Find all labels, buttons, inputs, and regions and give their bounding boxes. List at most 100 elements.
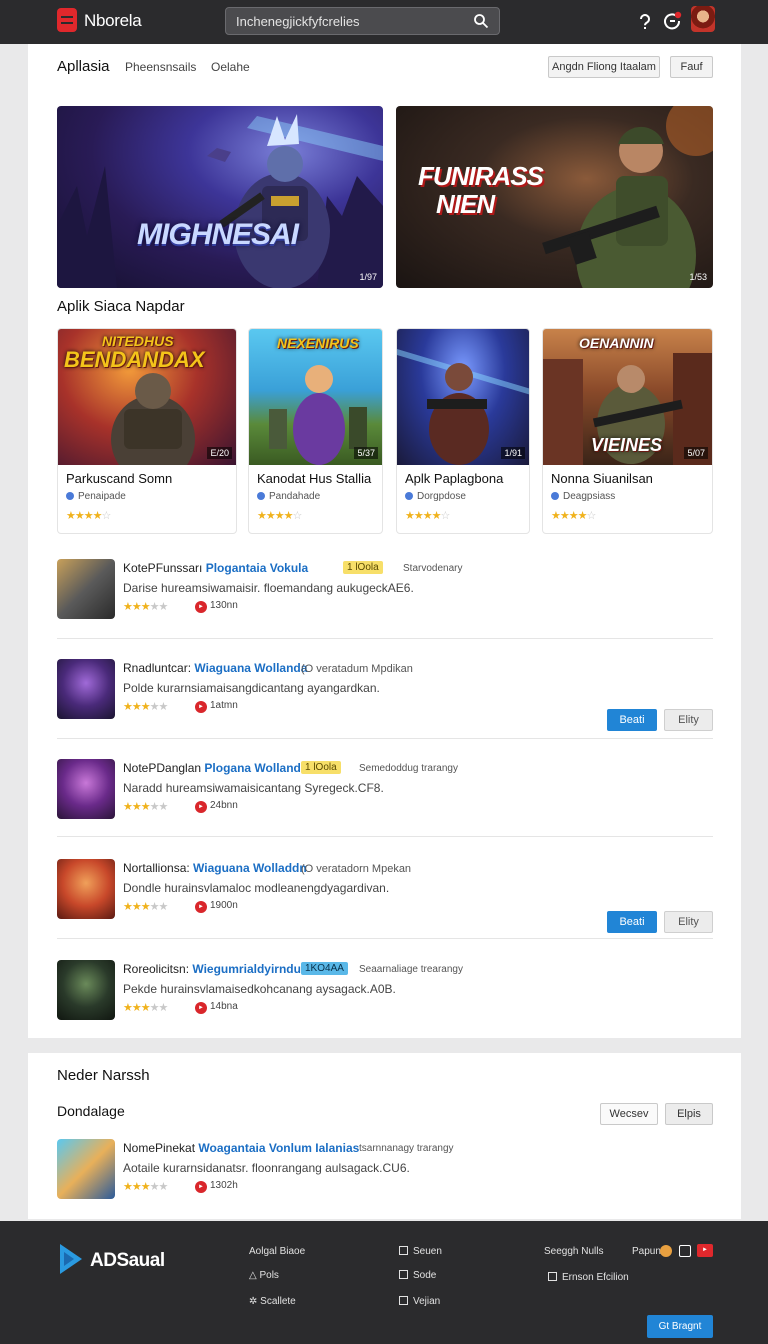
tab-pheensnsails[interactable]: Pheensnsails — [125, 60, 196, 74]
game-card[interactable]: NEXENIRUS 5/37 Kanodat Hus Stallia Panda… — [248, 328, 383, 534]
list-item[interactable]: Nortallionsa: Wiaguana Wolladdn (O verat… — [57, 859, 713, 959]
beat-button[interactable]: Beati — [607, 709, 657, 731]
card-title: Nonna Siuanilsan — [551, 471, 653, 486]
rating-stars: ★★★★★ — [123, 801, 168, 813]
row-meta: Starvodenary — [403, 563, 463, 574]
app-thumbnail — [57, 859, 115, 919]
game-card[interactable]: 1/91 Aplk Paplagbona Dorgpdose ★★★★☆ — [396, 328, 530, 534]
search-input[interactable]: Inchenegjickfyfcrelies — [225, 7, 500, 35]
app-thumbnail — [57, 759, 115, 819]
tab-apllasia[interactable]: Apllasia — [57, 58, 110, 75]
share-icon[interactable] — [679, 1245, 691, 1257]
hero-title: FUNIRASS NIEN — [418, 161, 544, 219]
row-title: KotePFunssarı Plogantaia Vokula — [123, 561, 309, 575]
list-item[interactable]: Roreolicitsn: Wiegumrialdyirndun 1KO4AA … — [57, 960, 713, 1060]
download-count: 1302h — [195, 1180, 238, 1193]
get-started-button[interactable]: Gt Bragnt — [647, 1315, 713, 1338]
card-badge: 5/37 — [354, 447, 378, 459]
footer-link[interactable]: Seeggh Nulls — [544, 1246, 603, 1257]
game-card[interactable]: NITEDHUS BENDANDAX E/20 Parkuscand Somn … — [57, 328, 237, 534]
help-icon[interactable] — [634, 10, 656, 32]
footer-link[interactable]: ✲ Scallete — [249, 1296, 296, 1307]
row-title: NotePDanglan Plogana Wollanda — [123, 761, 308, 775]
row-tag: 1 lOola — [301, 761, 341, 774]
game-card[interactable]: OENANNIN VIEINES 5/07 Nonna Siuanilsan D… — [542, 328, 713, 534]
row-description: Polde kurarnsiamaisangdicantang ayangard… — [123, 681, 380, 695]
video-icon[interactable]: ► — [697, 1244, 713, 1257]
row-description: Pekde hurainsvlamaisedkohcanang aysagack… — [123, 982, 396, 996]
row-tag: 1 lOola — [343, 561, 383, 574]
app-thumbnail — [57, 960, 115, 1020]
beat-button[interactable]: Beati — [607, 911, 657, 933]
hero-banner[interactable]: MIGHNESAI 1/97 — [57, 106, 383, 288]
footer-link[interactable]: Sode — [399, 1270, 436, 1281]
cookie-icon[interactable] — [660, 1245, 672, 1257]
row-description: Aotaile kurarnsidanatsr. floonrangang au… — [123, 1161, 410, 1175]
footer-link[interactable]: Ernson Efcilion — [548, 1272, 629, 1283]
rating-stars: ★★★★☆ — [66, 510, 111, 522]
card-badge: 1/91 — [501, 447, 525, 459]
card-title: Aplk Paplagbona — [405, 471, 504, 486]
app-brand[interactable]: Nborela — [84, 11, 142, 31]
list-item[interactable]: KotePFunssarı Plogantaia Vokula 1 lOola … — [57, 559, 713, 659]
row-meta: Seaarnaliage trearangy — [359, 964, 463, 975]
row-description: Darise hureamsiwamaisir. floemandang auk… — [123, 581, 414, 595]
row-meta: (O veratadorn Mpekan — [301, 863, 412, 875]
rating-stars: ★★★★★ — [123, 701, 168, 713]
row-title: Nortallionsa: Wiaguana Wolladdn — [123, 861, 307, 875]
secondary-action-button[interactable]: Fauf — [670, 56, 713, 78]
footer-link[interactable]: Papun — [632, 1246, 661, 1257]
app-logo-icon[interactable] — [57, 8, 77, 32]
rating-stars: ★★★★☆ — [405, 510, 450, 522]
notification-icon[interactable] — [661, 10, 683, 32]
card-developer: Deagpsiass — [551, 491, 615, 502]
footer-logo-icon[interactable] — [60, 1244, 82, 1274]
card-artwork: OENANNIN VIEINES — [543, 329, 712, 465]
hero-title: MIGHNESAI — [137, 218, 299, 251]
row-title: Roreolicitsn: Wiegumrialdyirndun — [123, 962, 309, 976]
list-item[interactable]: NotePDanglan Plogana Wollanda 1 lOola Se… — [57, 759, 713, 859]
card-title: Parkuscand Somn — [66, 471, 173, 486]
row-meta: tsarnnanagy trarangy — [359, 1143, 454, 1154]
list-item[interactable]: Rnadluntcar: Wiaguana Wollanda (O verata… — [57, 659, 713, 759]
footer-link[interactable]: Aolgal Biaoe — [249, 1246, 305, 1257]
list-item[interactable]: NomePinekat Woagantaia Vonlum Ialanias t… — [57, 1139, 713, 1209]
row-title: NomePinekat Woagantaia Vonlum Ialanias — [123, 1141, 360, 1155]
download-count: 1900n — [195, 900, 238, 913]
search-icon[interactable] — [473, 13, 489, 29]
card-developer: Penaipade — [66, 491, 126, 502]
tab-oelahe[interactable]: Oelahe — [211, 60, 250, 74]
rating-stars: ★★★★☆ — [257, 510, 302, 522]
wecsev-button[interactable]: Wecsev — [600, 1103, 658, 1125]
footer-link[interactable]: Seuen — [399, 1246, 442, 1257]
elpis-button[interactable]: Elpis — [665, 1103, 713, 1125]
hero-banner[interactable]: FUNIRASS NIEN 1/53 — [396, 106, 713, 288]
card-developer: Dorgpdose — [405, 491, 466, 502]
primary-action-button[interactable]: Angdn Fliong Itaalam — [548, 56, 660, 78]
row-title: Rnadluntcar: Wiaguana Wollanda — [123, 661, 308, 675]
card-artwork — [397, 329, 529, 465]
app-thumbnail — [57, 559, 115, 619]
avatar[interactable] — [691, 6, 715, 32]
divider — [57, 938, 713, 939]
download-count: 24bnn — [195, 800, 238, 813]
entity-button[interactable]: Elity — [664, 911, 713, 933]
hero-artwork — [57, 114, 383, 288]
section-title: Neder Narssh — [57, 1067, 150, 1084]
footer-link[interactable]: △ Pols — [249, 1270, 279, 1281]
download-count: 14bna — [195, 1001, 238, 1014]
app-thumbnail — [57, 659, 115, 719]
search-value: Inchenegjickfyfcrelies — [236, 14, 360, 29]
row-meta: (O veratadum Mpdikan — [301, 663, 413, 675]
card-artwork: NITEDHUS BENDANDAX — [58, 329, 236, 465]
divider — [57, 638, 713, 639]
card-badge: 5/07 — [684, 447, 708, 459]
divider — [57, 836, 713, 837]
rating-stars: ★★★★★ — [123, 1002, 168, 1014]
footer-brand[interactable]: ADSaual — [90, 1250, 165, 1272]
download-count: 130nn — [195, 600, 238, 613]
row-meta: Semedoddug trarangy — [359, 763, 458, 774]
row-description: Naradd hureamsiwamaisicantang Syregeck.C… — [123, 781, 384, 795]
footer-link[interactable]: Vejian — [399, 1296, 440, 1307]
entity-button[interactable]: Elity — [664, 709, 713, 731]
